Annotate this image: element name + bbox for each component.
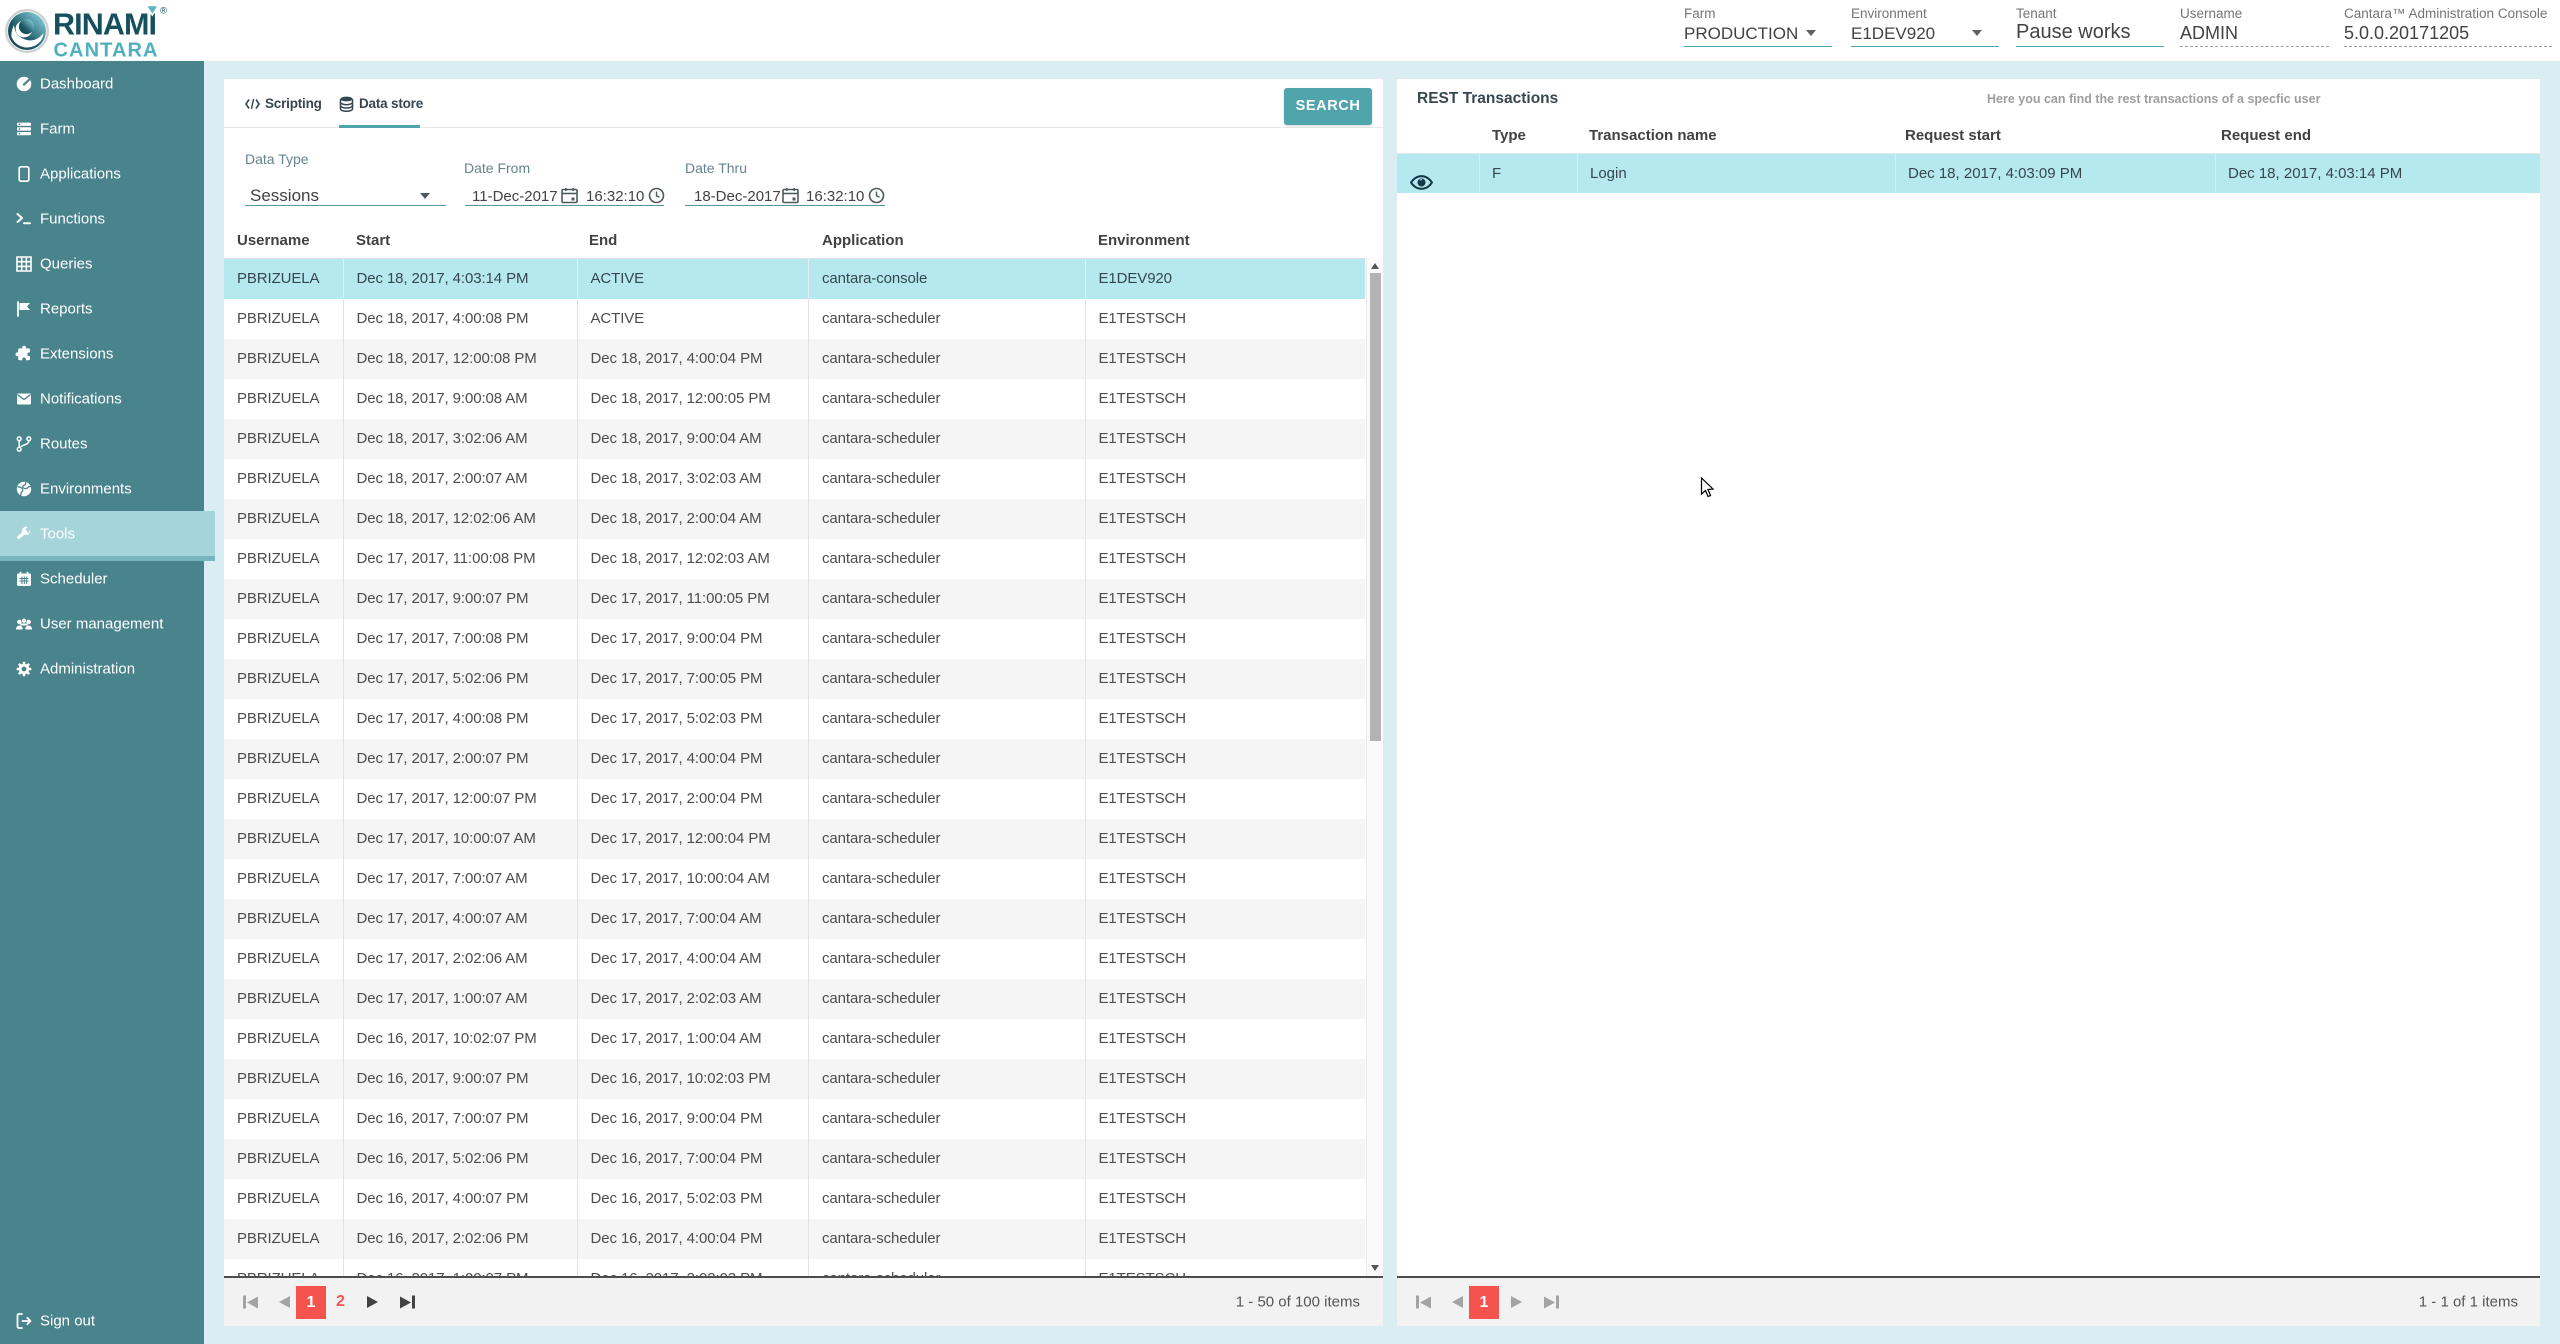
svg-text:CANTARA: CANTARA — [54, 40, 159, 61]
svg-text:®: ® — [160, 6, 167, 17]
svg-text:RINAMI: RINAMI — [53, 8, 156, 42]
